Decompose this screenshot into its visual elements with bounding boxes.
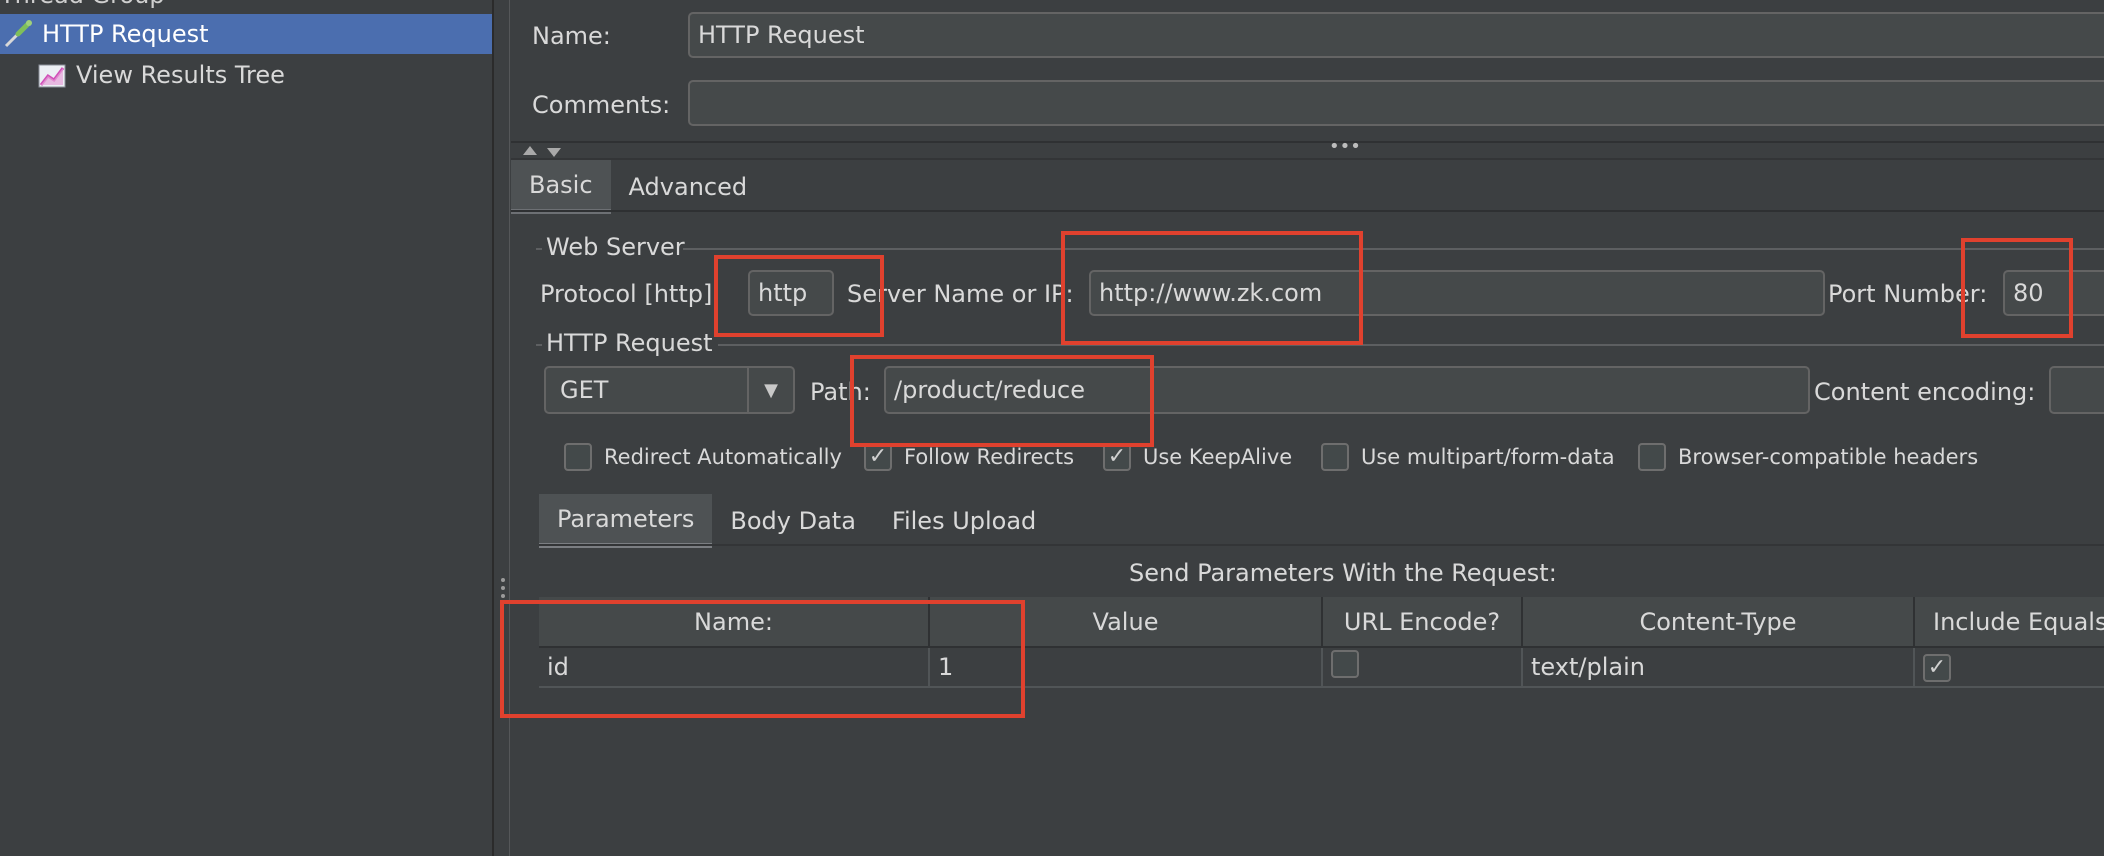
name-label: Name: [532,22,611,50]
tree-item-view-results-tree[interactable]: View Results Tree [36,55,285,95]
option-use-multipart[interactable]: Use multipart/form-data [1321,443,1615,471]
tab-label: Body Data [730,507,856,535]
option-use-keepalive[interactable]: ✓ Use KeepAlive [1103,443,1292,471]
table-row[interactable]: id 1 text/plain ✓ [539,647,2104,688]
cell-url-encode[interactable] [1322,647,1523,688]
http-request-title: HTTP Request [546,329,713,357]
splitter-grip-dot [501,594,505,598]
option-label: Use multipart/form-data [1361,445,1615,469]
path-label: Path: [810,378,871,406]
checkbox[interactable] [1331,650,1359,678]
main-tab-bar: Basic Advanced [511,160,765,214]
column-header-url-encode[interactable]: URL Encode? [1322,597,1523,648]
column-header-include-equals[interactable]: Include Equals? [1914,597,2104,648]
content-encoding-field[interactable] [2049,366,2104,414]
checkbox-checked[interactable]: ✓ [864,443,892,471]
checkbox[interactable] [1638,443,1666,471]
cell-content-type[interactable]: text/plain [1522,647,1915,688]
option-label: Use KeepAlive [1143,445,1293,469]
tab-body-data[interactable]: Body Data [712,494,874,548]
tab-parameters[interactable]: Parameters [539,494,713,548]
protocol-field-value: http [758,279,808,307]
option-label: Redirect Automatically [604,445,842,469]
method-select[interactable]: GET ▼ [544,366,795,414]
cell-value[interactable]: 1 [929,647,1323,688]
params-table: Name: Value URL Encode? Content-Type Inc… [539,597,2104,688]
group-border [536,344,542,346]
protocol-label: Protocol [http]: [540,280,721,308]
checkbox[interactable] [564,443,592,471]
expand-up-icon[interactable] [523,146,537,155]
tab-basic[interactable]: Basic [511,160,611,214]
tab-label: Basic [529,170,593,199]
tab-bar-underline [511,210,2104,212]
column-header-content-type[interactable]: Content-Type [1522,597,1915,648]
chevron-down-icon[interactable]: ▼ [747,368,793,412]
port-number-field-value: 80 [2013,279,2044,307]
checkbox-checked[interactable]: ✓ [1103,443,1131,471]
listener-chart-icon [36,59,68,91]
method-select-value: GET [560,376,609,404]
name-field[interactable]: HTTP Request [688,12,2104,58]
path-field-value: /product/reduce [894,376,1085,404]
option-label: Browser-compatible headers [1678,445,1979,469]
tab-files-upload[interactable]: Files Upload [874,494,1054,548]
server-name-label: Server Name or IP: [847,280,1074,308]
more-dots-icon[interactable]: ••• [1329,136,1361,157]
params-caption: Send Parameters With the Request: [1129,559,1557,587]
option-redirect-automatically[interactable]: Redirect Automatically [564,443,842,471]
tree-item-label: Thread Group [0,0,165,9]
sampler-editor-panel: Name: HTTP Request Comments: ••• Basic A… [511,0,2104,856]
tree-item-label: HTTP Request [42,20,209,48]
port-number-label: Port Number: [1828,280,1988,308]
tab-label: Parameters [557,504,695,533]
web-server-title: Web Server [546,233,685,261]
comments-field[interactable] [688,80,2104,126]
comments-label: Comments: [532,91,671,119]
option-browser-compatible-headers[interactable]: Browser-compatible headers [1638,443,1978,471]
option-follow-redirects[interactable]: ✓ Follow Redirects [864,443,1074,471]
checkbox-checked[interactable]: ✓ [1923,654,1951,682]
splitter-grip-dot [501,578,505,582]
column-header-name[interactable]: Name: [539,597,930,648]
name-field-value: HTTP Request [698,21,865,49]
collapse-down-icon[interactable] [547,148,561,157]
group-border [718,344,2104,346]
section-divider [511,141,2104,143]
pane-splitter[interactable] [492,0,510,856]
tab-bar-underline [539,544,2104,546]
content-encoding-label: Content encoding: [1814,378,2036,406]
tree-item-http-request[interactable]: HTTP Request [0,14,492,54]
cell-include-equals[interactable]: ✓ [1914,647,2104,688]
tree-item-label: View Results Tree [76,61,285,89]
sampler-pipette-icon [2,18,34,50]
column-header-value[interactable]: Value [929,597,1323,648]
server-name-field[interactable]: http://www.zk.com [1089,270,1825,316]
cell-name[interactable]: id [539,647,930,688]
splitter-grip-dot [501,586,505,590]
checkbox[interactable] [1321,443,1349,471]
tab-label: Advanced [628,173,748,201]
port-number-field[interactable]: 80 [2003,270,2104,316]
group-border [683,248,2104,250]
test-plan-tree: Thread Group HTTP Request View Results [0,0,492,856]
protocol-field[interactable]: http [748,270,834,316]
option-label: Follow Redirects [904,445,1075,469]
tab-label: Files Upload [891,507,1037,535]
path-field[interactable]: /product/reduce [884,366,1810,414]
server-name-field-value: http://www.zk.com [1099,279,1323,307]
group-border [536,248,542,250]
tree-item-thread-group[interactable]: Thread Group [0,0,165,10]
tab-advanced[interactable]: Advanced [611,160,766,214]
table-header-row: Name: Value URL Encode? Content-Type Inc… [539,597,2104,648]
request-tab-bar: Parameters Body Data Files Upload [539,494,1054,548]
